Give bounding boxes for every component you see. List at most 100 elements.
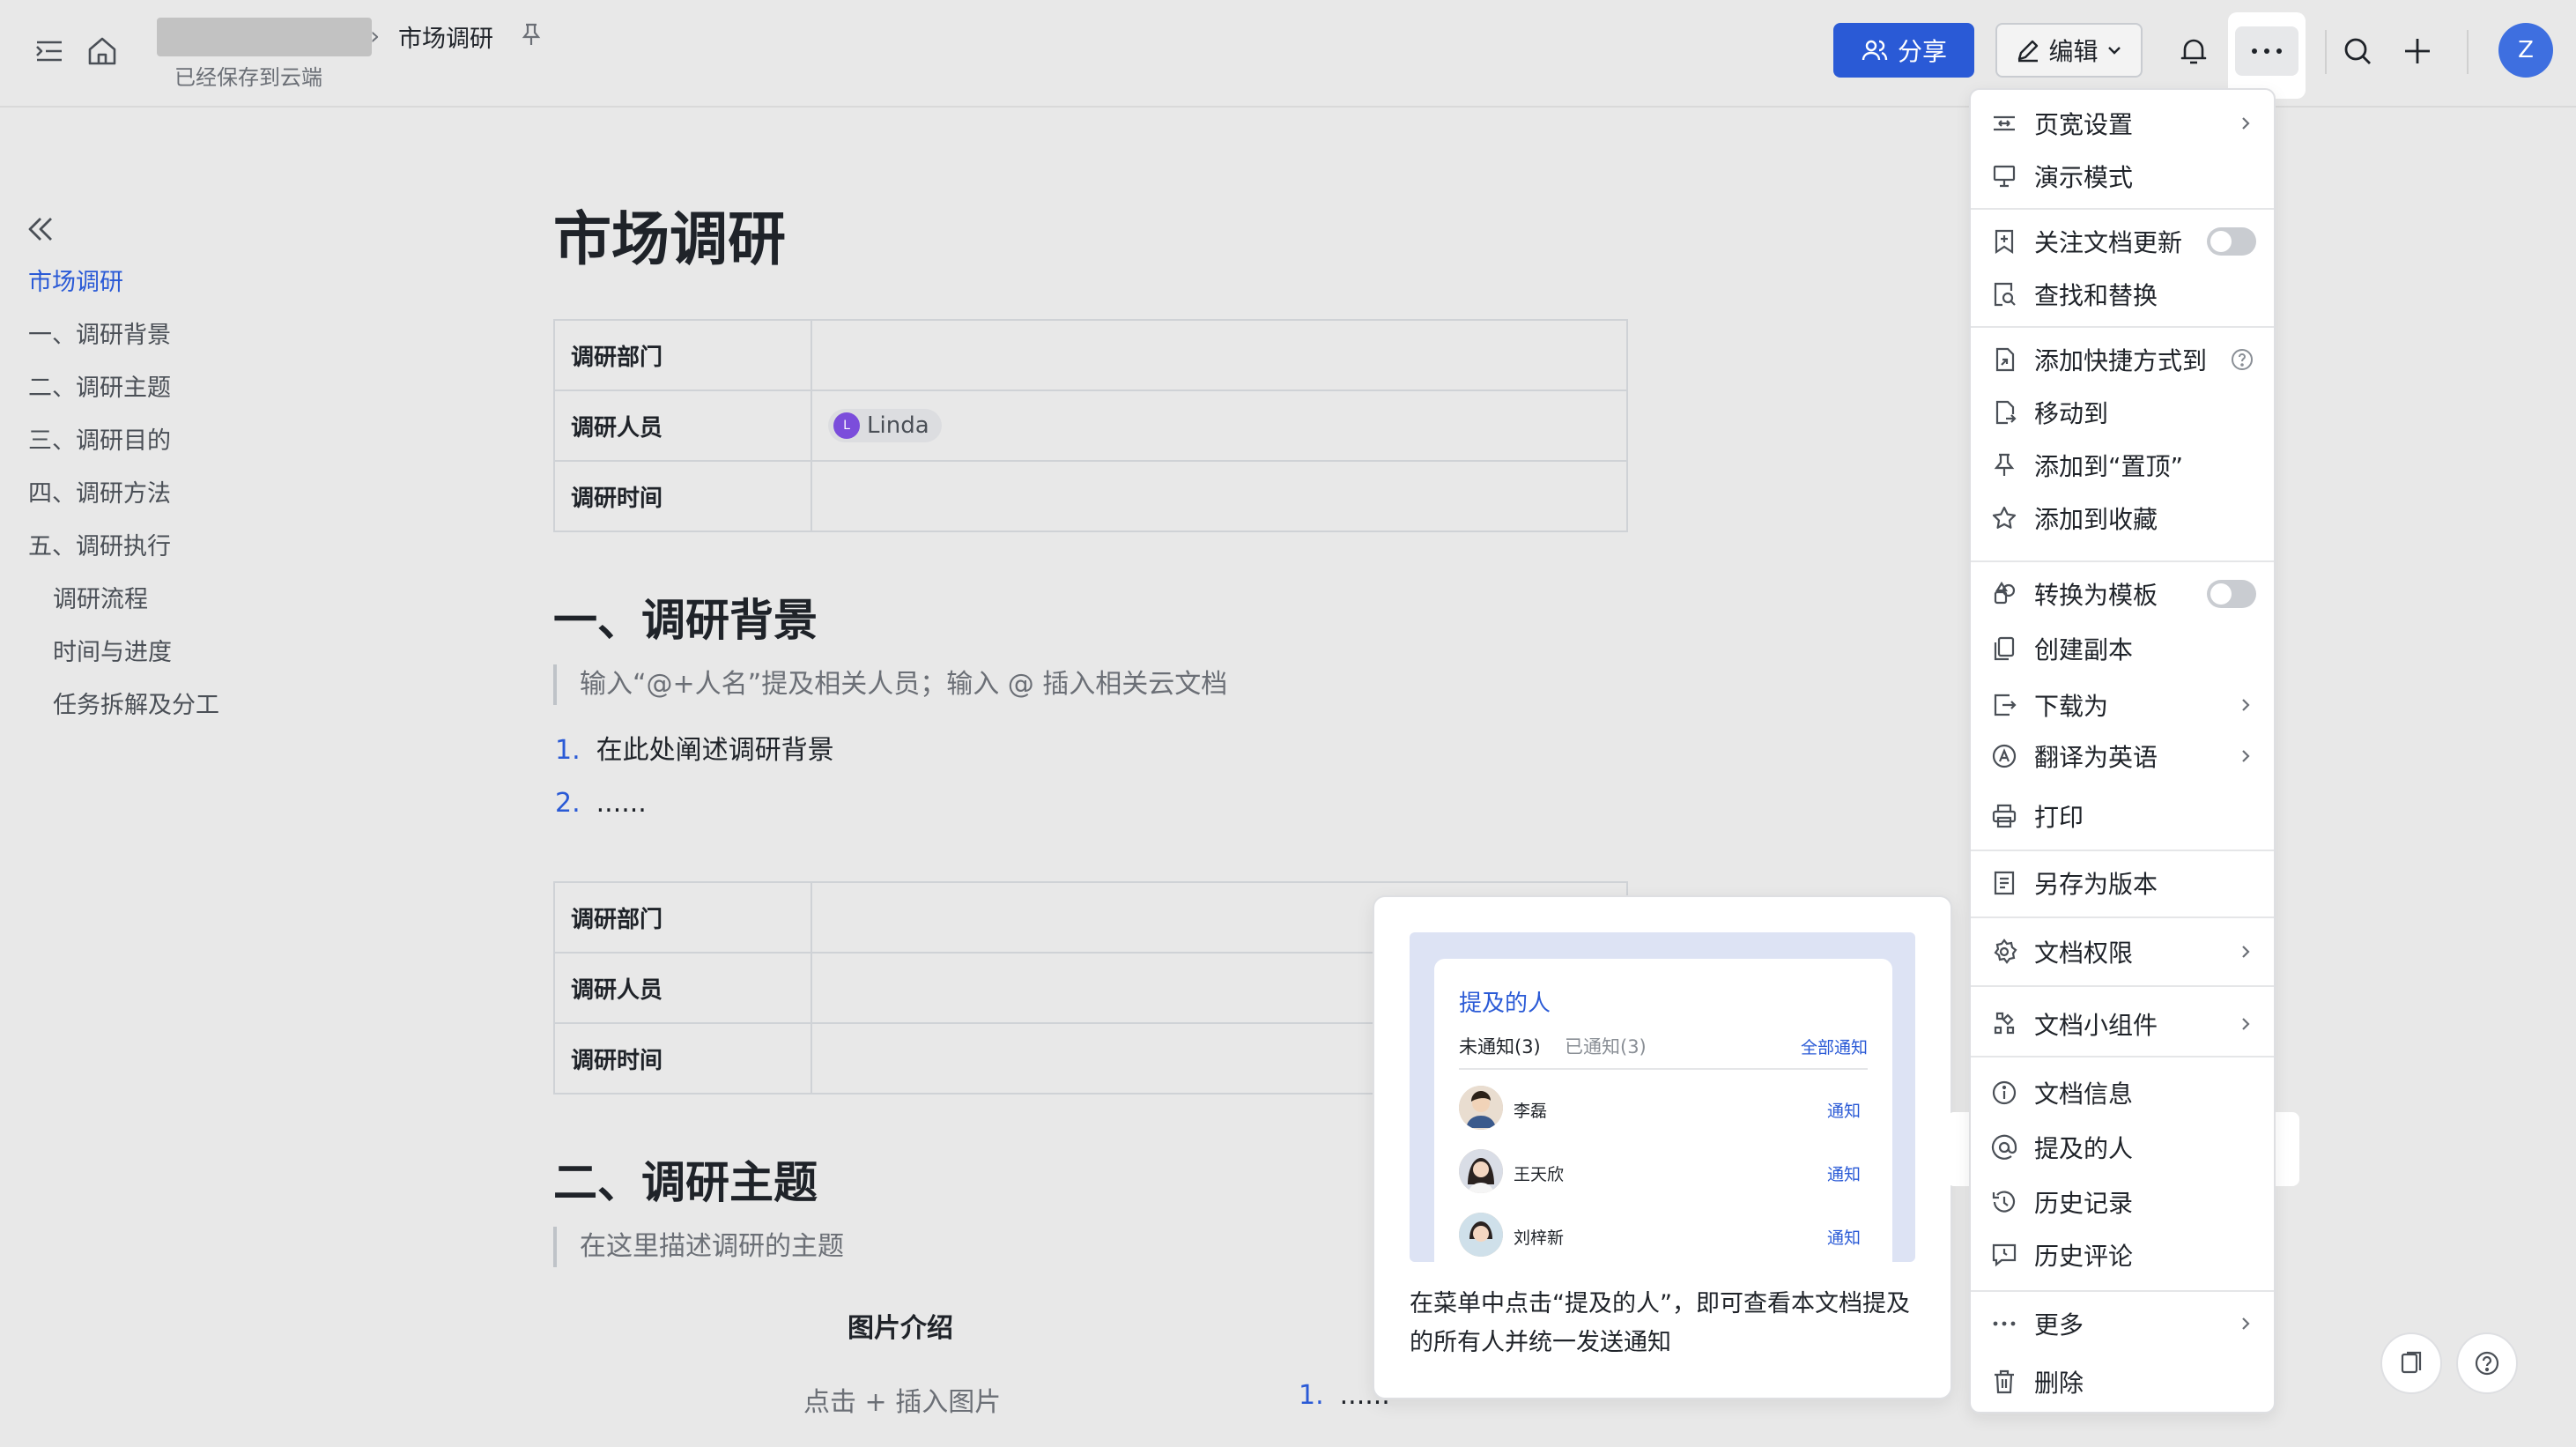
users-icon — [1862, 40, 1888, 61]
list-number: 1. — [555, 735, 581, 766]
chevron-right-icon — [2237, 1315, 2254, 1332]
menu-item-mentioned-people[interactable]: 提及的人 — [1971, 1123, 2274, 1172]
list-item[interactable]: 2....... — [555, 788, 647, 819]
menu-item-find-replace[interactable]: 查找和替换 — [1971, 270, 2274, 319]
person-avatar — [1459, 1149, 1503, 1193]
notify-link: 通知 — [1826, 1165, 1861, 1184]
menu-item-label: 页宽设置 — [2034, 110, 2134, 139]
menu-item-print[interactable]: 打印 — [1971, 791, 2274, 841]
outline-item[interactable]: 四、调研方法 — [28, 474, 171, 508]
section-heading[interactable]: 一、调研背景 — [553, 585, 818, 649]
menu-item-add-shortcut[interactable]: 添加快捷方式到 — [1971, 335, 2274, 384]
menu-item-label: 另存为版本 — [2034, 870, 2158, 899]
share-label: 分享 — [1897, 37, 1947, 66]
history-icon — [1990, 1188, 2018, 1216]
home-icon[interactable] — [85, 33, 120, 69]
insert-image-placeholder[interactable]: 点击 + 插入图片 — [803, 1380, 1001, 1419]
menu-item-move-to[interactable]: 移动到 — [1971, 388, 2274, 437]
outline-item[interactable]: 时间与进度 — [53, 633, 172, 667]
list-item[interactable]: 1. 在此处阐述调研背景 — [555, 728, 834, 767]
menu-item-more[interactable]: 更多 — [1971, 1299, 2274, 1348]
quote-block[interactable]: 在这里描述调研的主题 — [553, 1227, 844, 1267]
menu-item-follow-updates[interactable]: 关注文档更新 — [1971, 217, 2274, 266]
menu-item-label: 打印 — [2034, 803, 2084, 832]
list-text: 在此处阐述调研背景 — [596, 735, 834, 766]
menu-divider — [1971, 1290, 2274, 1292]
star-icon — [1990, 504, 2018, 532]
card-title: 提及的人 — [1459, 991, 1551, 1017]
template-icon — [1990, 580, 2018, 608]
menu-item-page-width[interactable]: 页宽设置 — [1971, 99, 2274, 148]
menu-item-permissions[interactable]: 文档权限 — [1971, 927, 2274, 976]
divider — [1459, 1068, 1868, 1070]
gear-icon — [1990, 938, 2018, 966]
outline-item[interactable]: 三、调研目的 — [28, 421, 171, 456]
outline-item[interactable]: 一、调研背景 — [28, 315, 171, 350]
more-options-button[interactable] — [2235, 26, 2298, 76]
outline-item[interactable]: 调研流程 — [53, 580, 148, 614]
menu-item-label: 翻译为英语 — [2034, 743, 2158, 772]
menu-item-favorite[interactable]: 添加到收藏 — [1971, 493, 2274, 543]
expand-sidebar-icon[interactable] — [32, 33, 67, 69]
outline-item[interactable]: 二、调研主题 — [28, 368, 171, 403]
section-heading[interactable]: 二、调研主题 — [553, 1147, 818, 1211]
table-key-cell[interactable]: 调研部门 — [553, 319, 812, 391]
menu-divider — [1971, 208, 2274, 210]
menu-item-save-version[interactable]: 另存为版本 — [1971, 858, 2274, 908]
table-value-cell[interactable] — [811, 319, 1628, 391]
menu-item-label: 下载为 — [2034, 692, 2109, 721]
convert-template-toggle[interactable] — [2207, 580, 2256, 608]
menu-item-presentation[interactable]: 演示模式 — [1971, 152, 2274, 201]
menu-item-download[interactable]: 下载为 — [1971, 680, 2274, 730]
menu-divider — [1971, 985, 2274, 987]
table-value-cell[interactable] — [811, 460, 1628, 532]
menu-item-translate[interactable]: 翻译为英语 — [1971, 731, 2274, 781]
table-key-cell[interactable]: 调研时间 — [553, 1022, 812, 1095]
menu-item-label: 关注文档更新 — [2034, 228, 2183, 257]
mention-chip[interactable]: L Linda — [828, 409, 942, 442]
table-key-cell[interactable]: 调研人员 — [553, 390, 812, 462]
pin-icon[interactable] — [518, 21, 544, 48]
edit-label: 编辑 — [2048, 37, 2099, 66]
breadcrumb-title[interactable]: 市场调研 — [398, 19, 493, 54]
outline-item[interactable]: 五、调研执行 — [28, 527, 171, 561]
help-button[interactable] — [2456, 1332, 2518, 1394]
doc-assistant-button[interactable] — [2380, 1332, 2442, 1394]
mention-name: Linda — [867, 412, 929, 439]
table-key-cell[interactable]: 调研人员 — [553, 952, 812, 1024]
collapse-outline-icon[interactable] — [23, 211, 58, 247]
document-title[interactable]: 市场调研 — [553, 192, 786, 277]
edit-button[interactable]: 编辑 — [1995, 23, 2143, 78]
help-circle-icon[interactable] — [2230, 347, 2254, 372]
share-button[interactable]: 分享 — [1833, 23, 1974, 78]
notification-bell-icon[interactable] — [2176, 33, 2211, 69]
search-icon[interactable] — [2340, 33, 2375, 69]
follow-updates-toggle[interactable] — [2207, 227, 2256, 256]
info-table: 调研部门 调研人员 L Linda 调研时间 — [553, 319, 1628, 532]
menu-item-convert-template[interactable]: 转换为模板 — [1971, 569, 2274, 619]
table-key-cell[interactable]: 调研部门 — [553, 881, 812, 954]
breadcrumb-parent[interactable] — [157, 18, 372, 56]
menu-item-history[interactable]: 历史记录 — [1971, 1177, 2274, 1227]
user-avatar[interactable]: Z — [2498, 23, 2553, 78]
widget-icon — [1990, 1010, 2018, 1038]
table-value-cell[interactable]: L Linda — [811, 390, 1628, 462]
menu-item-duplicate[interactable]: 创建副本 — [1971, 624, 2274, 673]
outline-item[interactable]: 任务拆解及分工 — [53, 686, 219, 720]
pencil-icon — [2018, 40, 2039, 63]
printer-icon — [1990, 802, 2018, 830]
menu-item-comment-history[interactable]: 历史评论 — [1971, 1230, 2274, 1280]
menu-item-widgets[interactable]: 文档小组件 — [1971, 999, 2274, 1049]
outline-item[interactable]: 市场调研 — [28, 263, 123, 297]
menu-item-pin-top[interactable]: 添加到“置顶” — [1971, 441, 2274, 490]
person-row: 李磊 通知 — [1459, 1086, 1873, 1133]
comment-history-icon — [1990, 1241, 2018, 1269]
menu-item-label: 演示模式 — [2034, 163, 2134, 192]
table-key-cell[interactable]: 调研时间 — [553, 460, 812, 532]
person-name: 李磊 — [1514, 1102, 1548, 1121]
menu-item-doc-info[interactable]: 文档信息 — [1971, 1068, 2274, 1117]
menu-item-delete[interactable]: 删除 — [1971, 1357, 2274, 1406]
quote-block[interactable]: 输入“@+人名”提及相关人员；输入 @ 插入相关云文档 — [553, 664, 1227, 705]
plus-icon[interactable] — [2400, 33, 2435, 69]
list-number: 1. — [1299, 1380, 1324, 1411]
